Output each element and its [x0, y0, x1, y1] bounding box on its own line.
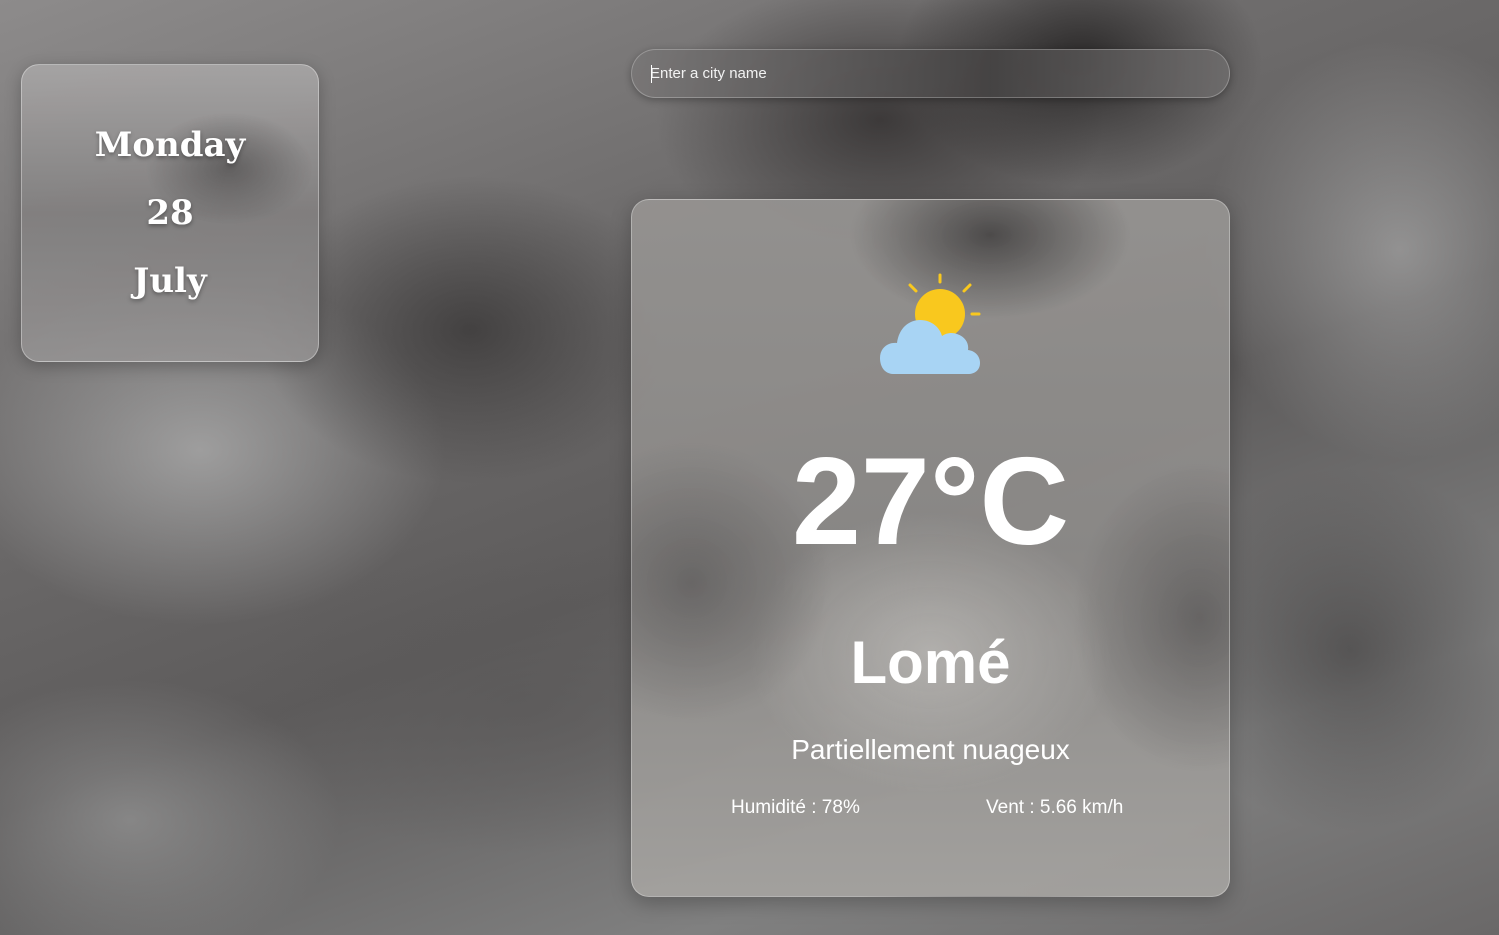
- date-month: July: [133, 261, 207, 301]
- weather-description: Partiellement nuageux: [791, 734, 1070, 765]
- search-bar[interactable]: [631, 49, 1230, 98]
- wind-label: Vent : 5.66 km/h: [986, 797, 1124, 818]
- city-name: Lomé: [850, 629, 1011, 696]
- date-day: 28: [146, 193, 194, 233]
- partly-cloudy-icon: [880, 273, 981, 374]
- city-search-input[interactable]: [650, 50, 1210, 97]
- date-card: Monday 28 July: [21, 64, 319, 362]
- humidity-label: Humidité : 78%: [731, 797, 860, 818]
- temperature: 27°C: [791, 433, 1070, 571]
- text-cursor: [651, 65, 652, 83]
- date-weekday: Monday: [94, 125, 246, 165]
- weather-card: 27°C Lomé Partiellement nuageux Humidité…: [631, 199, 1230, 897]
